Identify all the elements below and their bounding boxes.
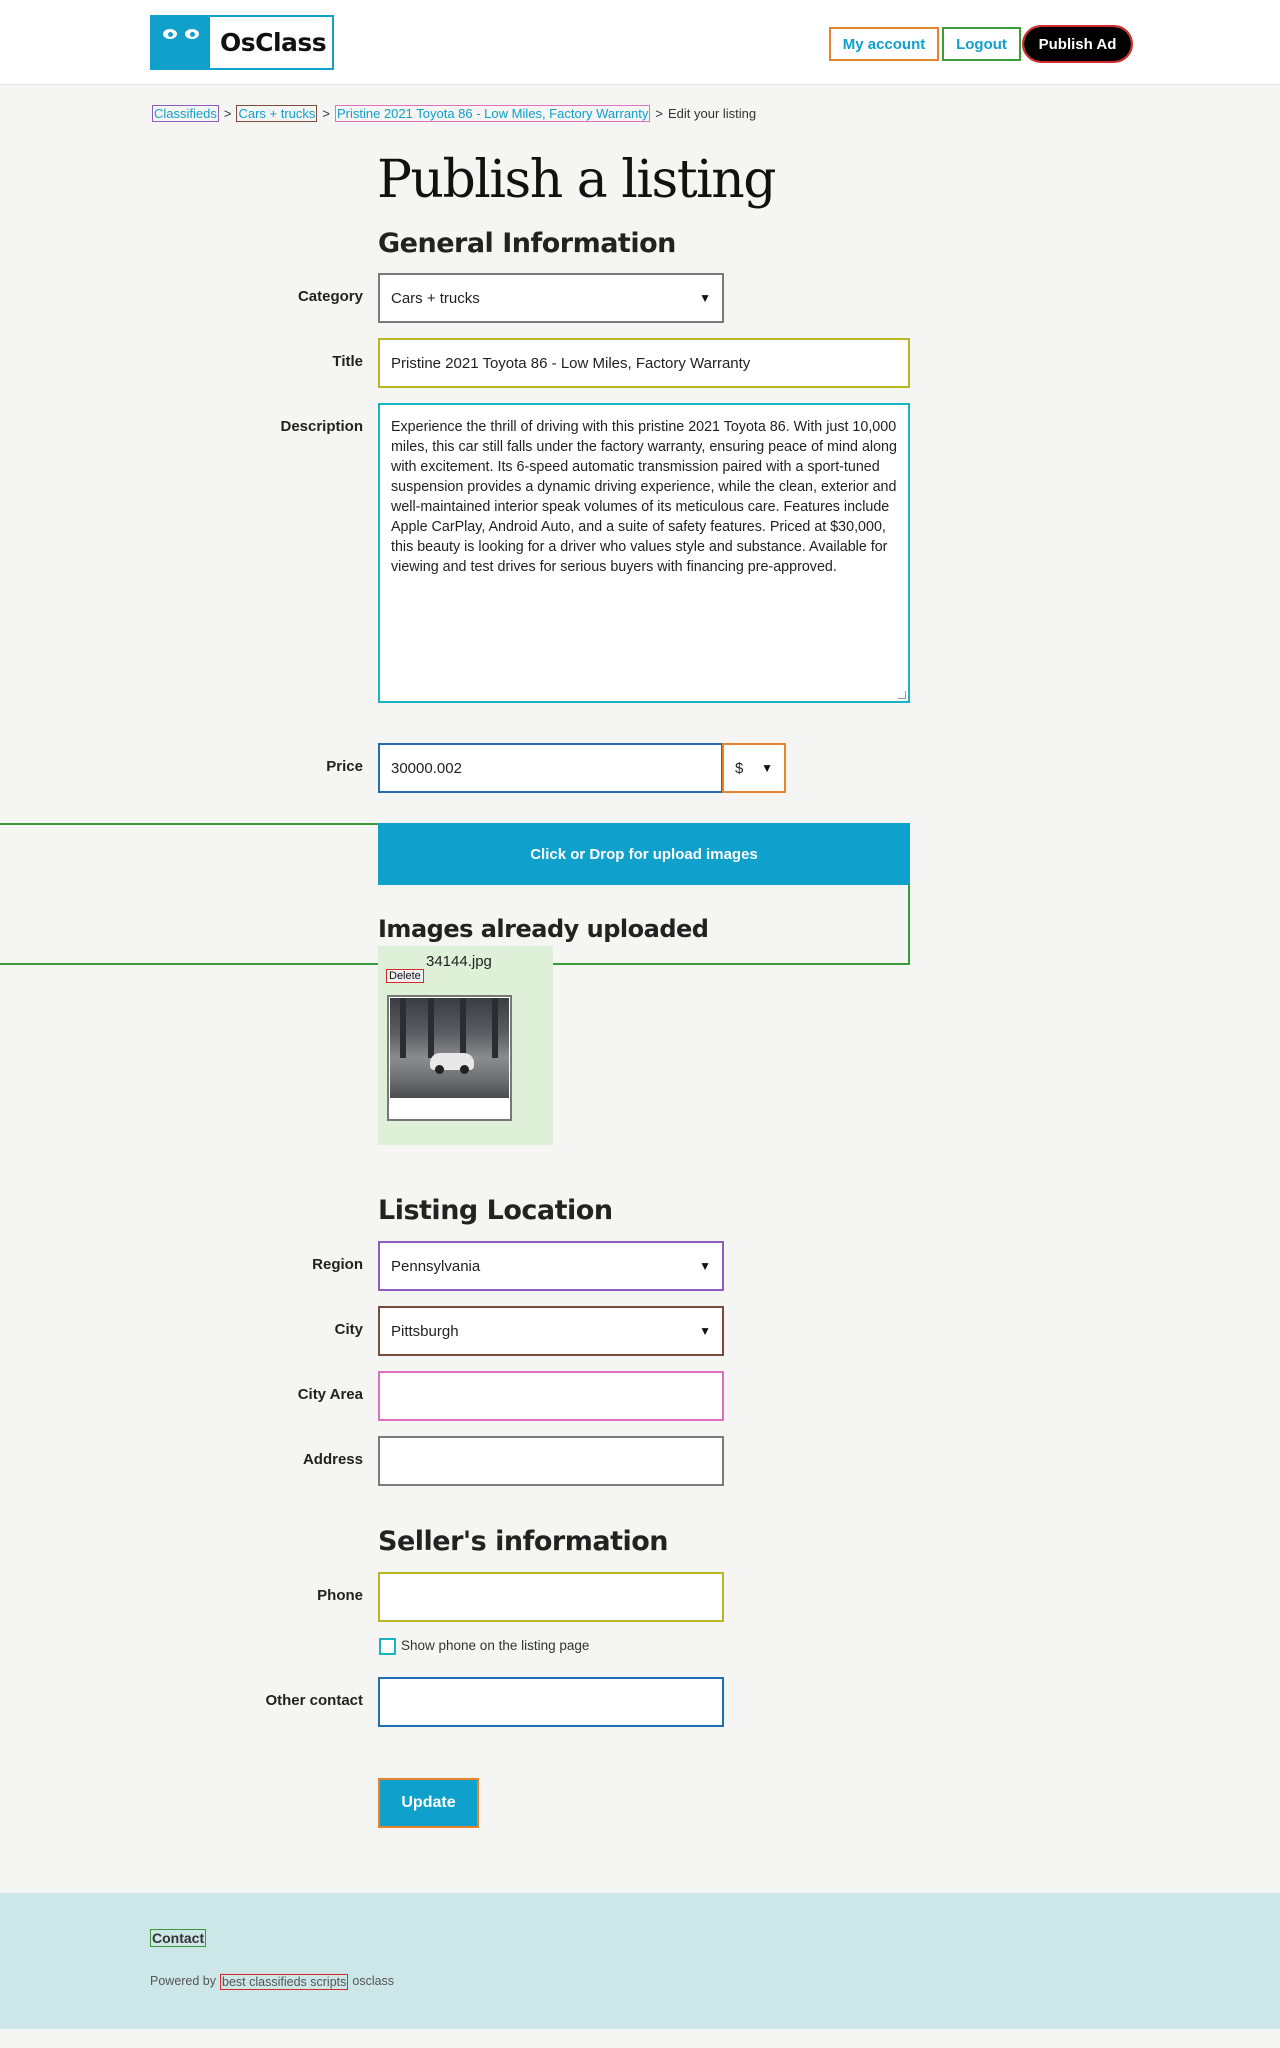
city-area-input[interactable]: [378, 1371, 724, 1421]
site-header: OsClass My account Logout Publish Ad: [0, 0, 1280, 85]
publish-ad-button[interactable]: Publish Ad: [1022, 25, 1133, 63]
city-select[interactable]: Pittsburgh ▼: [378, 1306, 724, 1356]
currency-selected-value: $: [735, 759, 744, 777]
breadcrumb-listing-link[interactable]: Pristine 2021 Toyota 86 - Low Miles, Fac…: [334, 105, 651, 122]
category-label: Category: [297, 288, 363, 305]
breadcrumb-classifieds-link[interactable]: Classifieds: [152, 105, 219, 122]
title-label: Title: [332, 353, 363, 370]
page-title: Publish a listing: [377, 150, 777, 210]
category-selected-value: Cars + trucks: [391, 289, 480, 307]
chevron-down-icon: ▼: [699, 1324, 711, 1338]
my-account-link[interactable]: My account: [829, 27, 939, 61]
chevron-down-icon: ▼: [761, 761, 773, 775]
description-textarea[interactable]: Experience the thrill of driving with th…: [378, 403, 910, 703]
update-button[interactable]: Update: [378, 1778, 479, 1828]
seller-info-heading: Seller's information: [378, 1526, 669, 1557]
best-classifieds-scripts-link[interactable]: best classifieds scripts: [220, 1974, 349, 1990]
breadcrumb-current: Edit your listing: [667, 106, 757, 121]
uploaded-file-name: 34144.jpg: [426, 953, 492, 970]
powered-prefix: Powered by: [150, 1974, 217, 1988]
images-uploaded-heading: Images already uploaded: [378, 915, 709, 943]
region-selected-value: Pennsylvania: [391, 1257, 481, 1275]
breadcrumb-separator: >: [322, 106, 330, 121]
logout-link[interactable]: Logout: [942, 27, 1021, 61]
phone-label: Phone: [317, 1587, 363, 1604]
osclass-logo[interactable]: OsClass: [150, 15, 334, 70]
logo-text: OsClass: [220, 28, 327, 57]
region-label: Region: [312, 1256, 363, 1273]
breadcrumb-separator: >: [223, 106, 232, 121]
address-input[interactable]: [378, 1436, 724, 1486]
other-contact-input[interactable]: [378, 1677, 724, 1727]
show-phone-checkbox[interactable]: [379, 1638, 396, 1655]
resize-handle-icon[interactable]: [898, 691, 906, 699]
general-info-heading: General Information: [378, 228, 676, 259]
category-select[interactable]: Cars + trucks ▼: [378, 273, 724, 323]
region-select[interactable]: Pennsylvania ▼: [378, 1241, 724, 1291]
title-input[interactable]: Pristine 2021 Toyota 86 - Low Miles, Fac…: [378, 338, 910, 388]
currency-select[interactable]: $ ▼: [722, 743, 786, 793]
car-photo-image: [390, 998, 509, 1098]
chevron-down-icon: ▼: [699, 291, 711, 305]
site-footer: [0, 1893, 1280, 2029]
powered-suffix: osclass: [352, 1974, 395, 1988]
logo-mark-icon: [152, 17, 210, 68]
price-input[interactable]: 30000.002: [378, 743, 723, 793]
description-textarea-value: Experience the thrill of driving with th…: [391, 419, 897, 575]
uploaded-image-thumbnail: [387, 995, 512, 1121]
address-label: Address: [302, 1451, 363, 1468]
city-label: City: [334, 1321, 363, 1338]
show-phone-label: Show phone on the listing page: [401, 1638, 590, 1653]
other-contact-label: Other contact: [265, 1692, 363, 1709]
chevron-down-icon: ▼: [699, 1259, 711, 1273]
description-label: Description: [280, 418, 363, 435]
price-label: Price: [326, 758, 363, 775]
footer-contact-link[interactable]: Contact: [150, 1929, 207, 1947]
image-upload-dropzone[interactable]: Click or Drop for upload images: [378, 823, 910, 885]
delete-image-button[interactable]: Delete: [386, 969, 424, 983]
city-selected-value: Pittsburgh: [391, 1322, 459, 1340]
phone-input[interactable]: [378, 1572, 724, 1622]
price-input-value: 30000.002: [391, 759, 462, 777]
footer-powered-by: Powered by best classifieds scripts oscl…: [150, 1974, 394, 1990]
title-input-value: Pristine 2021 Toyota 86 - Low Miles, Fac…: [391, 354, 751, 372]
breadcrumb-cars-link[interactable]: Cars + trucks: [236, 105, 318, 122]
city-area-label: City Area: [297, 1386, 363, 1403]
breadcrumb: Classifieds > Cars + trucks > Pristine 2…: [152, 105, 756, 122]
listing-location-heading: Listing Location: [378, 1195, 613, 1226]
breadcrumb-separator: >: [655, 106, 663, 121]
